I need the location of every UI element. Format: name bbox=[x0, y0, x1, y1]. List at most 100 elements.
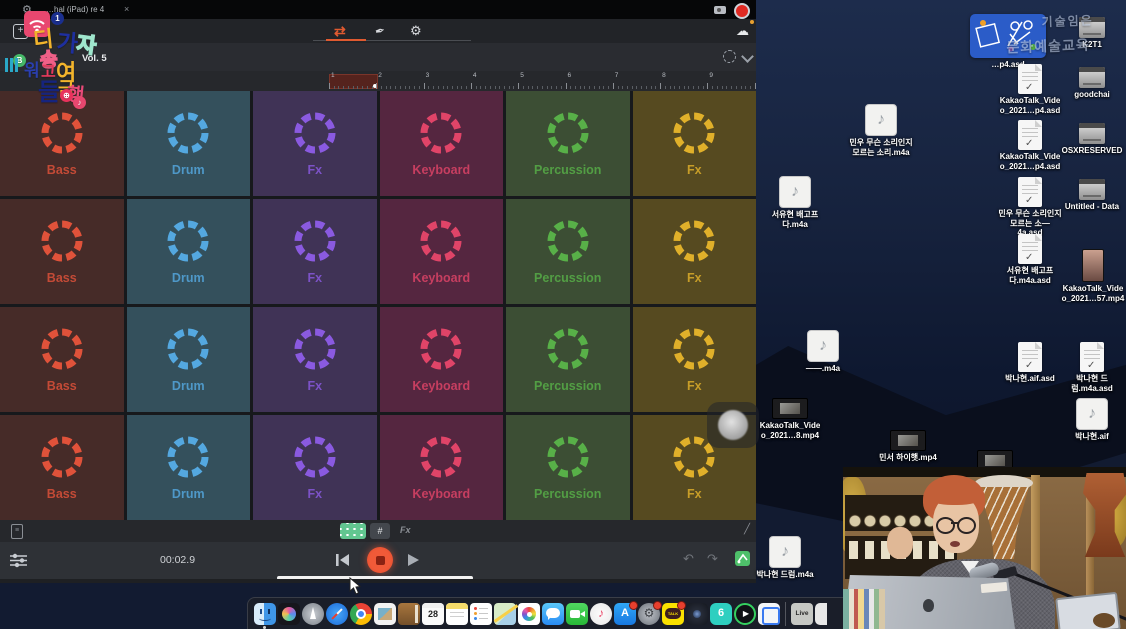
desktop-icon-doc[interactable]: ✓KakaoTalk_Vide o_2021…p4.asd bbox=[998, 64, 1062, 115]
pad-fx-row3-col3[interactable]: Fx bbox=[253, 307, 377, 412]
desktop-icon-music[interactable]: ♪서유현 배고프 다.m4a bbox=[763, 176, 827, 229]
dock-notes[interactable] bbox=[446, 603, 468, 625]
fx-label[interactable]: Fx bbox=[400, 525, 411, 535]
settings-gear-icon[interactable]: ⚙ bbox=[22, 3, 32, 16]
ruler-minor-tick bbox=[632, 86, 633, 89]
ruler-minor-tick bbox=[627, 86, 628, 89]
pad-percussion-row1-col5[interactable]: Percussion bbox=[506, 91, 630, 196]
dock-preview[interactable] bbox=[374, 603, 396, 625]
pad-fx-row2-col3[interactable]: Fx bbox=[253, 199, 377, 304]
loop-mode-tab-icon[interactable]: ⇄ bbox=[334, 23, 346, 40]
pad-keyboard-row2-col4[interactable]: Keyboard bbox=[380, 199, 504, 304]
grid-view-button[interactable] bbox=[340, 523, 366, 539]
dock-badge bbox=[677, 601, 686, 610]
loop-ring-icon bbox=[165, 110, 211, 156]
pad-keyboard-row3-col4[interactable]: Keyboard bbox=[380, 307, 504, 412]
ruler-minor-tick bbox=[495, 86, 496, 89]
clipboard-icon[interactable]: ≡ bbox=[11, 524, 23, 539]
skip-back-button[interactable] bbox=[336, 553, 350, 567]
timeline-ruler[interactable]: 12345678910 bbox=[0, 71, 756, 91]
desktop-icon-doc[interactable]: ✓KakaoTalk_Vide o_2021…p4.asd bbox=[998, 120, 1062, 171]
pad-bass-row3-col1[interactable]: Bass bbox=[0, 307, 124, 412]
pad-keyboard-row4-col4[interactable]: Keyboard bbox=[380, 415, 504, 520]
dock-blueapp[interactable] bbox=[758, 603, 780, 625]
dock-live[interactable]: Live bbox=[791, 603, 813, 625]
dock-maps[interactable] bbox=[494, 603, 516, 625]
pad-drum-row4-col2[interactable]: Drum bbox=[127, 415, 251, 520]
dock-reminders[interactable] bbox=[470, 603, 492, 625]
desktop-icon-drive[interactable]: goodchai bbox=[1060, 67, 1124, 100]
ruler-minor-tick bbox=[717, 86, 718, 89]
tab-close-icon[interactable]: × bbox=[124, 4, 129, 14]
pad-drum-row2-col2[interactable]: Drum bbox=[127, 199, 251, 304]
dock-appstore[interactable]: A bbox=[614, 603, 636, 625]
pad-fx-row1-col6[interactable]: Fx bbox=[633, 91, 757, 196]
assistivetouch-button[interactable] bbox=[707, 402, 759, 448]
dock-photos[interactable] bbox=[518, 603, 540, 625]
desktop-icon-doc[interactable]: ✓민우 무슨 소리인지 모르는 소—4a.asd bbox=[998, 177, 1062, 238]
desktop-icon-music[interactable]: ♪민우 무슨 소리인지 모르는 소리.m4a bbox=[849, 104, 913, 157]
pad-keyboard-row1-col4[interactable]: Keyboard bbox=[380, 91, 504, 196]
dock-player[interactable]: ▶ bbox=[734, 603, 756, 625]
dock-safari[interactable] bbox=[326, 603, 348, 625]
add-clip-icon[interactable]: + bbox=[13, 24, 28, 39]
pencil-icon[interactable]: ╱ bbox=[744, 524, 750, 535]
pad-bass-row1-col1[interactable]: Bass bbox=[0, 91, 124, 196]
dock-photobooth[interactable] bbox=[686, 603, 708, 625]
pad-label: Drum bbox=[172, 163, 205, 177]
desktop-icon-doc[interactable]: ✓서유현 배고프 다.m4a.asd bbox=[998, 234, 1062, 285]
write-mode-tab-icon[interactable]: ✒ bbox=[373, 23, 386, 39]
desktop-icon-doc[interactable]: ✓박나현.aif.asd bbox=[998, 342, 1062, 384]
desktop-icon-doc[interactable]: ✓박나현 드 럼.m4a.asd bbox=[1060, 342, 1124, 393]
dock-six[interactable]: 6 bbox=[710, 603, 732, 625]
number-view-button[interactable]: # bbox=[370, 523, 390, 539]
dock-calendar[interactable]: 28 bbox=[422, 603, 444, 625]
desktop-icon-video[interactable]: 민서 하이햇.mp4 bbox=[876, 430, 940, 463]
dock-finder[interactable] bbox=[254, 603, 276, 625]
desktop-icon-music[interactable]: ♪박나현.aif bbox=[1060, 398, 1124, 442]
glasses-left bbox=[936, 517, 955, 534]
mixer-icon[interactable] bbox=[10, 553, 27, 568]
redo-icon[interactable]: ↷ bbox=[707, 551, 718, 567]
stop-button[interactable] bbox=[367, 547, 393, 573]
app-toolbar: + ⇄ ✒ ⚙ ☁ ↑ bbox=[0, 19, 756, 43]
desktop-icon-video[interactable]: KakaoTalk_Vide o_2021…8.mp4 bbox=[758, 398, 822, 440]
pad-fx-row2-col6[interactable]: Fx bbox=[633, 199, 757, 304]
record-button[interactable] bbox=[734, 3, 750, 19]
dock-facetime[interactable] bbox=[566, 603, 588, 625]
loop-circle-icon[interactable] bbox=[723, 50, 736, 63]
desktop-icon-video-v[interactable]: KakaoTalk_Vide o_2021…57.mp4 bbox=[1061, 249, 1125, 303]
pad-bass-row4-col1[interactable]: Bass bbox=[0, 415, 124, 520]
chevron-down-icon[interactable] bbox=[741, 50, 754, 63]
pad-percussion-row3-col5[interactable]: Percussion bbox=[506, 307, 630, 412]
dock-chrome[interactable] bbox=[350, 603, 372, 625]
dock-contacts[interactable] bbox=[398, 603, 420, 625]
desktop-icon-music[interactable]: ♪박나현 드럼.m4a bbox=[753, 536, 817, 580]
pad-fx-row4-col3[interactable]: Fx bbox=[253, 415, 377, 520]
pad-drum-row3-col2[interactable]: Drum bbox=[127, 307, 251, 412]
ruler-minor-tick bbox=[452, 86, 453, 89]
pad-percussion-row2-col5[interactable]: Percussion bbox=[506, 199, 630, 304]
device-tab[interactable]: …hal (iPad) re 4 bbox=[46, 5, 104, 14]
desktop-icon-drive[interactable]: OSXRESERVED bbox=[1060, 123, 1124, 156]
dock-launchpad[interactable] bbox=[302, 603, 324, 625]
dock-sysprefs[interactable]: ⚙ bbox=[638, 603, 660, 625]
pad-drum-row1-col2[interactable]: Drum bbox=[127, 91, 251, 196]
play-button[interactable] bbox=[407, 553, 420, 567]
dock-siri[interactable] bbox=[278, 603, 300, 625]
tuner-icon[interactable] bbox=[735, 551, 750, 566]
settings-tab-icon[interactable]: ⚙ bbox=[410, 23, 422, 39]
ruler-minor-tick bbox=[334, 86, 335, 89]
dock-partial[interactable] bbox=[815, 603, 827, 625]
desktop-icon-drive[interactable]: Untitled - Data bbox=[1060, 179, 1124, 212]
dock-kakaotalk[interactable]: TALK bbox=[662, 603, 684, 625]
desktop-icon-label: 박나현.aif.asd bbox=[1005, 374, 1055, 384]
pad-fx-row1-col3[interactable]: Fx bbox=[253, 91, 377, 196]
undo-icon[interactable]: ↶ bbox=[683, 551, 694, 567]
dock-messages[interactable] bbox=[542, 603, 564, 625]
pad-bass-row2-col1[interactable]: Bass bbox=[0, 199, 124, 304]
pad-fx-row3-col6[interactable]: Fx bbox=[633, 307, 757, 412]
pad-percussion-row4-col5[interactable]: Percussion bbox=[506, 415, 630, 520]
desktop-icon-music[interactable]: ♪——.m4a bbox=[791, 330, 855, 374]
dock-music[interactable]: ♪ bbox=[590, 603, 612, 625]
